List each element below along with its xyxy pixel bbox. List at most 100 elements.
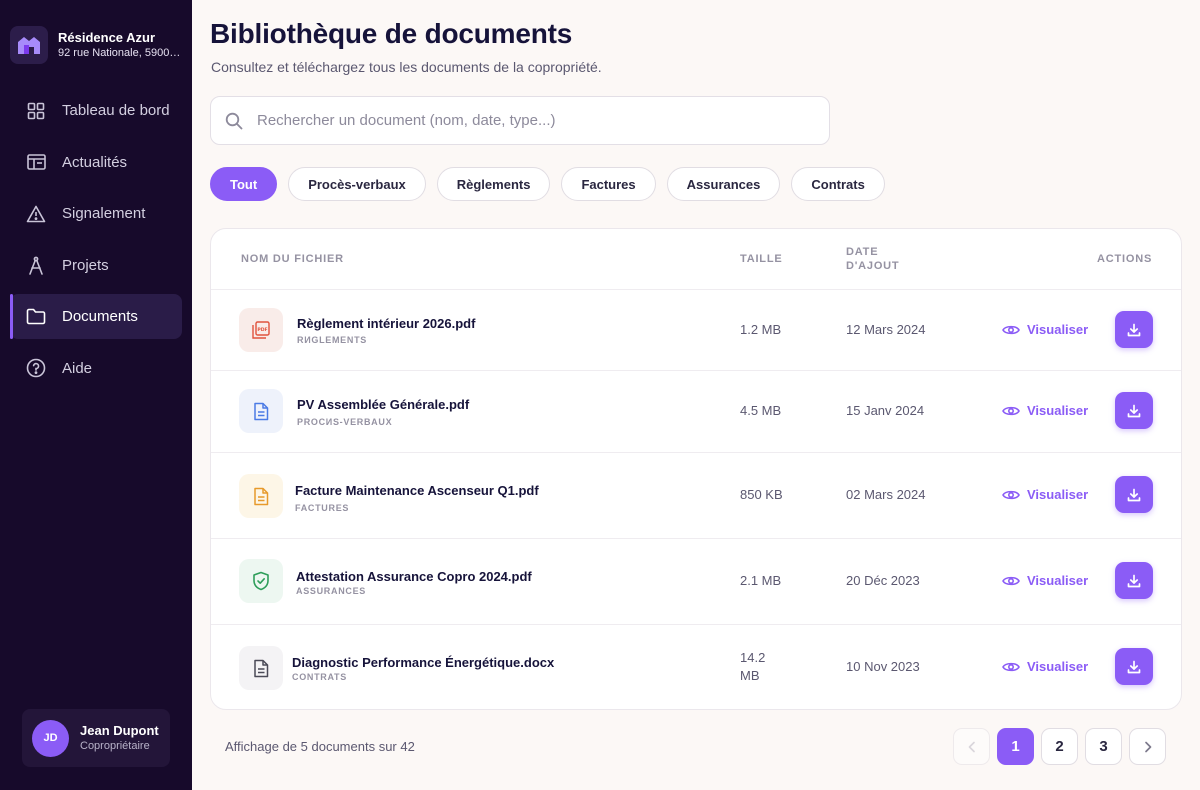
invoice-icon <box>239 474 283 518</box>
file-name[interactable]: Attestation Assurance Copro 2024.pdf <box>296 569 532 584</box>
view-button[interactable]: Visualiser <box>1002 659 1088 674</box>
filter-chip-all[interactable]: Tout <box>210 167 278 201</box>
main-content: Bibliothèque de documents Consultez et t… <box>192 0 1200 790</box>
download-icon <box>1127 574 1141 588</box>
view-button[interactable]: Visualiser <box>1002 322 1088 337</box>
file-category: FACTURES <box>295 503 350 513</box>
shield-check-icon <box>239 559 283 603</box>
page-subtitle: Consultez et téléchargez tous les docume… <box>211 59 602 75</box>
nav-label: Actualités <box>62 153 128 171</box>
filter-chip-minutes[interactable]: Procès-verbaux <box>288 167 426 201</box>
view-label: Visualiser <box>1027 487 1089 502</box>
view-label: Visualiser <box>1027 659 1089 674</box>
download-button[interactable] <box>1115 562 1153 599</box>
chevron-left-icon <box>968 741 976 753</box>
file-size: 14.2 MB <box>740 650 766 683</box>
user-profile-card[interactable]: JD Jean Dupont Copropriétaire <box>22 709 170 767</box>
main-nav: Tableau de bord Actualités Signalement P… <box>10 88 182 397</box>
eye-icon <box>1002 324 1020 336</box>
file-date: 12 Mars 2024 <box>846 322 926 337</box>
filter-chip-insurance[interactable]: Assurances <box>666 167 781 201</box>
nav-label: Documents <box>62 308 138 325</box>
help-icon <box>26 358 46 378</box>
column-header-actions: ACTIONS <box>1097 253 1153 265</box>
table-row[interactable]: PV Assemblée Générale.pdf PROCИS-VERBAUX… <box>211 371 1181 453</box>
file-date: 10 Nov 2023 <box>846 659 920 674</box>
view-label: Visualiser <box>1027 322 1089 337</box>
download-button[interactable] <box>1115 476 1153 513</box>
prev-page-button[interactable] <box>953 728 990 765</box>
file-category: ASSURANCES <box>296 586 367 596</box>
nav-item-dashboard[interactable]: Tableau de bord <box>10 88 182 133</box>
page-title: Bibliothèque de documents <box>210 18 573 49</box>
warning-icon <box>26 204 46 224</box>
file-size: 2.1 MB <box>740 573 782 588</box>
nav-label: Tableau de bord <box>62 102 170 119</box>
filter-chip-invoices[interactable]: Factures <box>561 167 656 201</box>
nav-label: Projets <box>62 256 109 274</box>
file-name[interactable]: Facture Maintenance Ascenseur Q1.pdf <box>295 483 539 498</box>
residence-address: 92 rue Nationale, 59000 Lille <box>58 47 186 59</box>
nav-item-projects[interactable]: Projets <box>10 243 182 288</box>
table-row[interactable]: PDF Règlement intérieur 2026.pdf RИGLEME… <box>211 290 1181 371</box>
search-icon <box>225 112 243 130</box>
filter-chip-contracts[interactable]: Contrats <box>791 167 885 201</box>
eye-icon <box>1002 575 1020 587</box>
file-name[interactable]: Règlement intérieur 2026.pdf <box>297 316 475 331</box>
residence-logo-icon <box>10 26 48 64</box>
compass-icon <box>26 255 46 275</box>
download-icon <box>1127 660 1141 674</box>
file-date: 15 Janv 2024 <box>846 403 925 418</box>
brand[interactable]: Résidence Azur 92 rue Nationale, 59000 L… <box>10 26 186 64</box>
table-row[interactable]: Attestation Assurance Copro 2024.pdf ASS… <box>211 539 1181 625</box>
file-size: 4.5 MB <box>740 403 782 418</box>
view-label: Visualiser <box>1027 403 1089 418</box>
page-button-2[interactable]: 2 <box>1041 728 1078 765</box>
download-icon <box>1127 488 1141 502</box>
view-label: Visualiser <box>1027 573 1089 588</box>
file-size: 1.2 MB <box>740 322 782 337</box>
eye-icon <box>1002 489 1020 501</box>
newspaper-icon <box>26 152 46 172</box>
table-row[interactable]: Facture Maintenance Ascenseur Q1.pdf FAC… <box>211 453 1181 539</box>
nav-item-help[interactable]: Aide <box>10 346 182 391</box>
nav-label: Signalement <box>62 205 146 222</box>
search-bar[interactable] <box>210 96 830 145</box>
page-button-1[interactable]: 1 <box>997 728 1034 765</box>
next-page-button[interactable] <box>1129 728 1166 765</box>
file-date: 02 Mars 2024 <box>846 487 926 502</box>
document-icon <box>239 389 283 433</box>
nav-item-report[interactable]: Signalement <box>10 191 182 236</box>
download-button[interactable] <box>1115 648 1153 685</box>
user-name: Jean Dupont <box>80 722 159 738</box>
column-header-date-line2: D'AJOUT <box>846 260 900 272</box>
category-filters: Tout Procès-verbaux Règlements Factures … <box>210 167 896 201</box>
documents-table: NOM DU FICHIER TAILLE DATE D'AJOUT ACTIO… <box>210 228 1182 710</box>
file-category: PROCИS-VERBAUX <box>297 417 393 427</box>
search-input[interactable] <box>257 112 797 129</box>
view-button[interactable]: Visualiser <box>1002 487 1088 502</box>
filter-chip-regulations[interactable]: Règlements <box>436 167 551 201</box>
column-header-date: DATE D'AJOUT <box>846 245 899 273</box>
eye-icon <box>1002 405 1020 417</box>
download-icon <box>1127 404 1141 418</box>
chevron-right-icon <box>1144 741 1152 753</box>
view-button[interactable]: Visualiser <box>1002 573 1088 588</box>
view-button[interactable]: Visualiser <box>1002 403 1088 418</box>
file-name[interactable]: PV Assemblée Générale.pdf <box>297 397 469 412</box>
column-header-name: NOM DU FICHIER <box>241 253 344 265</box>
download-button[interactable] <box>1115 392 1153 429</box>
file-date: 20 Déc 2023 <box>846 573 920 588</box>
nav-label: Aide <box>62 359 93 377</box>
nav-item-documents[interactable]: Documents <box>10 294 182 339</box>
pagination: 1 2 3 <box>953 728 1173 765</box>
file-name[interactable]: Diagnostic Performance Énergétique.docx <box>292 655 554 670</box>
nav-item-news[interactable]: Actualités <box>10 140 182 185</box>
file-category: CONTRATS <box>292 672 347 682</box>
residence-name: Résidence Azur <box>58 30 156 45</box>
download-button[interactable] <box>1115 311 1153 348</box>
page-button-3[interactable]: 3 <box>1085 728 1122 765</box>
table-row[interactable]: Diagnostic Performance Énergétique.docx … <box>211 625 1181 709</box>
download-icon <box>1127 323 1141 337</box>
column-header-size: TAILLE <box>740 253 783 265</box>
